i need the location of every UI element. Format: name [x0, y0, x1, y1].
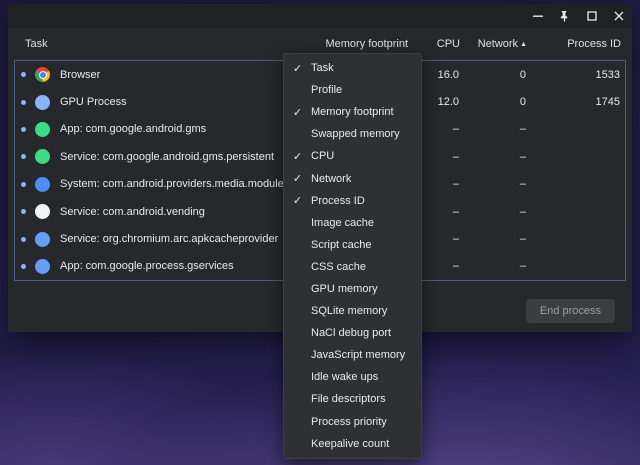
- task-label: Service: com.google.android.gms.persiste…: [60, 151, 287, 163]
- menu-item[interactable]: GPU memory: [284, 278, 421, 300]
- menu-item[interactable]: Swapped memory: [284, 123, 421, 145]
- row-indicator-dot: [21, 237, 26, 242]
- app-icon: [35, 204, 50, 219]
- menu-item[interactable]: JavaScript memory: [284, 344, 421, 366]
- menu-item[interactable]: ✓ CPU: [284, 145, 421, 167]
- cell-network: 0: [459, 96, 526, 108]
- column-header-memory[interactable]: Memory footprint: [288, 38, 408, 50]
- task-label: GPU Process: [60, 96, 287, 108]
- menu-item-label: Process ID: [311, 195, 421, 207]
- column-header-cpu[interactable]: CPU: [408, 38, 460, 50]
- menu-item[interactable]: ✓ Network: [284, 167, 421, 189]
- column-context-menu: ✓ Task Profile ✓ Memory footprint Swappe…: [283, 53, 422, 459]
- checkmark-icon: ✓: [284, 194, 311, 207]
- window-footer: End process: [526, 299, 615, 323]
- app-icon: [35, 259, 50, 274]
- menu-item[interactable]: Script cache: [284, 234, 421, 256]
- cell-network: –: [459, 178, 526, 190]
- menu-item[interactable]: SQLite memory: [284, 300, 421, 322]
- cell-process-id: 1745: [526, 96, 620, 108]
- app-icon: [35, 149, 50, 164]
- menu-item-label: CSS cache: [311, 261, 421, 273]
- task-label: Browser: [60, 69, 287, 81]
- menu-item-label: Script cache: [311, 239, 421, 251]
- checkmark-icon: ✓: [284, 150, 311, 163]
- desktop-background: Task Memory footprint CPU Network▲ Proce…: [0, 0, 640, 465]
- cell-network: –: [459, 206, 526, 218]
- menu-item[interactable]: Idle wake ups: [284, 366, 421, 388]
- titlebar[interactable]: [8, 4, 632, 28]
- checkmark-icon: ✓: [284, 172, 311, 185]
- menu-item-label: NaCl debug port: [311, 327, 421, 339]
- menu-item-label: Image cache: [311, 217, 421, 229]
- task-label: App: com.google.process.gservices: [60, 260, 287, 272]
- menu-item-label: File descriptors: [311, 393, 421, 405]
- app-icon: [35, 177, 50, 192]
- task-label: App: com.google.android.gms: [60, 123, 287, 135]
- sort-ascending-icon: ▲: [520, 41, 527, 48]
- menu-item[interactable]: CSS cache: [284, 256, 421, 278]
- menu-item[interactable]: Process priority: [284, 411, 421, 433]
- menu-item[interactable]: Keepalive count: [284, 433, 421, 455]
- menu-item-label: CPU: [311, 150, 421, 162]
- row-indicator-dot: [21, 72, 26, 77]
- column-header-network-label: Network: [478, 38, 518, 50]
- task-label: Service: org.chromium.arc.apkcacheprovid…: [60, 233, 287, 245]
- menu-item-label: GPU memory: [311, 283, 421, 295]
- row-indicator-dot: [21, 127, 26, 132]
- checkmark-icon: ✓: [284, 62, 311, 75]
- cell-network: –: [459, 151, 526, 163]
- row-indicator-dot: [21, 100, 26, 105]
- row-indicator-dot: [21, 264, 26, 269]
- cell-network: 0: [459, 69, 526, 81]
- app-icon: [35, 95, 50, 110]
- menu-item[interactable]: ✓ Memory footprint: [284, 101, 421, 123]
- cell-process-id: 1533: [526, 69, 620, 81]
- column-header-process-id[interactable]: Process ID: [527, 38, 621, 50]
- row-indicator-dot: [21, 154, 26, 159]
- app-icon: [35, 232, 50, 247]
- menu-item-label: Process priority: [311, 416, 421, 428]
- cell-network: –: [459, 123, 526, 135]
- app-icon: [35, 67, 50, 82]
- menu-item-label: Idle wake ups: [311, 371, 421, 383]
- menu-item-label: Memory footprint: [311, 106, 421, 118]
- column-header-task[interactable]: Task: [25, 38, 288, 50]
- menu-item[interactable]: Profile: [284, 79, 421, 101]
- menu-item-label: Keepalive count: [311, 438, 421, 450]
- menu-item[interactable]: File descriptors: [284, 388, 421, 410]
- menu-item-label: Task: [311, 62, 421, 74]
- minimize-button[interactable]: [524, 4, 551, 28]
- menu-item-label: SQLite memory: [311, 305, 421, 317]
- end-process-button[interactable]: End process: [526, 299, 615, 323]
- menu-item-label: Profile: [311, 84, 421, 96]
- menu-item[interactable]: NaCl debug port: [284, 322, 421, 344]
- maximize-button[interactable]: [578, 4, 605, 28]
- menu-item[interactable]: ✓ Task: [284, 57, 421, 79]
- checkmark-icon: ✓: [284, 106, 311, 119]
- row-indicator-dot: [21, 182, 26, 187]
- close-button[interactable]: [605, 4, 632, 28]
- menu-item-label: Swapped memory: [311, 128, 421, 140]
- menu-item[interactable]: Image cache: [284, 212, 421, 234]
- menu-item-label: Network: [311, 173, 421, 185]
- column-header-network[interactable]: Network▲: [460, 38, 527, 50]
- cell-network: –: [459, 260, 526, 272]
- pin-button[interactable]: [551, 4, 578, 28]
- row-indicator-dot: [21, 209, 26, 214]
- task-label: System: com.android.providers.media.modu…: [60, 178, 287, 190]
- menu-item[interactable]: ✓ Process ID: [284, 190, 421, 212]
- menu-item-label: JavaScript memory: [311, 349, 421, 361]
- task-label: Service: com.android.vending: [60, 206, 287, 218]
- cell-network: –: [459, 233, 526, 245]
- app-icon: [35, 122, 50, 137]
